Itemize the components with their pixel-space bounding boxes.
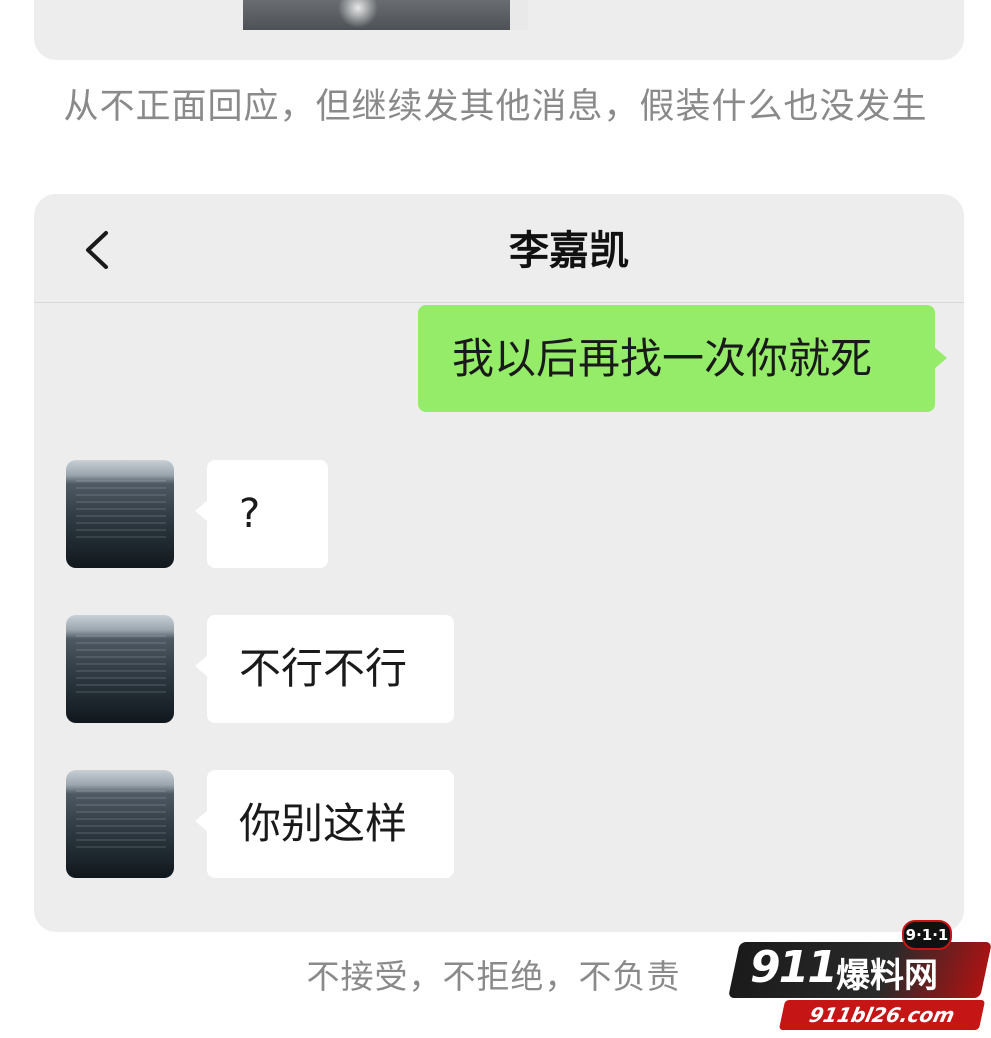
message-bubble-received[interactable]: 不行不行: [195, 615, 454, 723]
message-text: 你别这样: [239, 799, 408, 848]
message-text: 不行不行: [239, 644, 408, 693]
message-bubble-sent[interactable]: 我以后再找一次你就死: [418, 305, 947, 412]
watermark-badge: 9·1·1: [902, 920, 952, 950]
avatar-water-texture: [76, 635, 166, 695]
avatar-water-texture: [76, 790, 166, 850]
message-bubble-received[interactable]: ?: [195, 460, 328, 568]
watermark-logo: 9·1·1 911 爆料网 911bl26.com: [728, 916, 991, 1032]
watermark-number: 911: [750, 942, 838, 993]
chat-screenshot-card: 李嘉凯 我以后再找一次你就死 ? 不行不行 你别这样: [34, 194, 964, 932]
chat-header: 李嘉凯: [34, 194, 964, 303]
avatar-water-texture: [76, 480, 166, 540]
avatar[interactable]: [66, 615, 174, 723]
photo-thumbnail: [243, 0, 528, 30]
photo-edge: [510, 0, 528, 30]
message-text: 我以后再找一次你就死: [452, 333, 873, 383]
avatar[interactable]: [66, 770, 174, 878]
watermark-name: 爆料网: [836, 956, 938, 996]
caption-top: 从不正面回应，但继续发其他消息，假装什么也没发生: [63, 87, 928, 127]
message-text: ?: [239, 491, 261, 537]
message-bubble-received[interactable]: 你别这样: [195, 770, 454, 878]
chat-title: 李嘉凯: [509, 228, 629, 274]
photo-glare: [338, 0, 378, 28]
previous-screenshot-card: [34, 0, 964, 60]
watermark-url: 911bl26.com: [778, 1000, 986, 1030]
avatar[interactable]: [66, 460, 174, 568]
